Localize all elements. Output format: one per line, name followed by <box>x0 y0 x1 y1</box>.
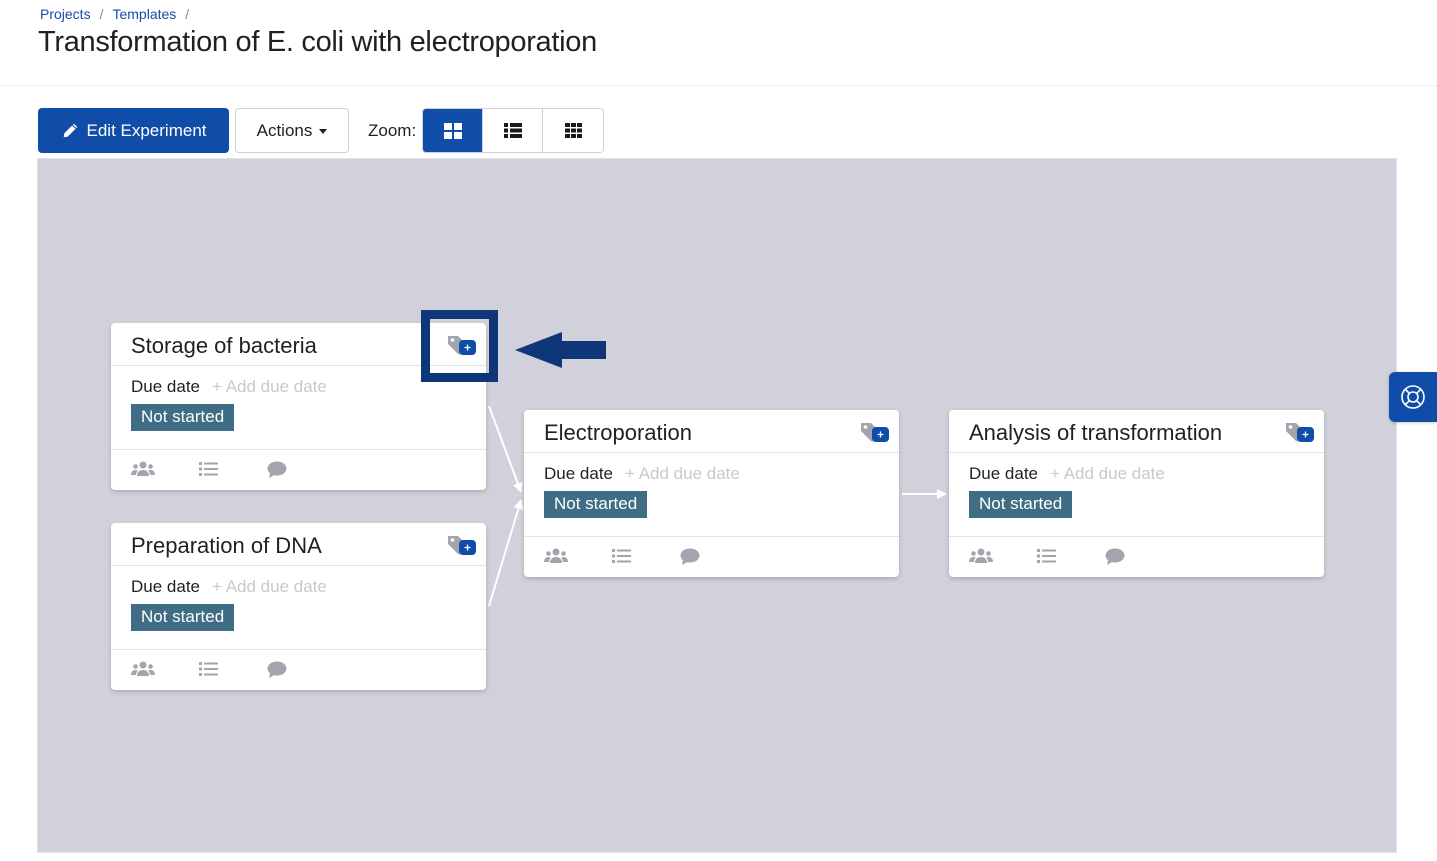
task-title[interactable]: Preparation of DNA <box>131 529 322 559</box>
add-tag-button[interactable] <box>446 533 478 559</box>
tag-plus-icon <box>1286 423 1314 442</box>
task-card-electroporation[interactable]: Electroporation Due date + Add due date … <box>524 410 899 577</box>
list-icon[interactable] <box>1037 547 1061 565</box>
add-tag-button[interactable] <box>1284 420 1316 446</box>
due-date-row: Due date + Add due date <box>969 462 1304 486</box>
due-date-label: Due date <box>969 464 1038 483</box>
list-icon[interactable] <box>199 660 223 678</box>
th-icon <box>564 123 582 138</box>
tag-plus-icon <box>448 536 476 555</box>
annotation-highlight-box <box>421 310 498 382</box>
card-header: Preparation of DNA <box>111 523 486 566</box>
zoom-small-cards-button[interactable] <box>543 109 604 152</box>
due-date-row: Due date + Add due date <box>131 575 466 599</box>
add-due-date-link[interactable]: + Add due date <box>1050 464 1165 484</box>
tag-plus-icon <box>861 423 889 442</box>
status-badge[interactable]: Not started <box>969 491 1073 518</box>
users-icon[interactable] <box>544 547 568 565</box>
breadcrumb-templates[interactable]: Templates <box>112 6 176 22</box>
card-footer <box>949 537 1324 575</box>
th-large-icon <box>443 122 462 139</box>
zoom-large-cards-button[interactable] <box>423 109 484 152</box>
pencil-icon <box>63 123 77 137</box>
comment-icon[interactable] <box>267 460 291 478</box>
zoom-button-group <box>422 108 605 153</box>
add-due-date-link[interactable]: + Add due date <box>625 464 740 484</box>
breadcrumb-separator: / <box>185 6 190 22</box>
due-date-label: Due date <box>131 377 200 396</box>
add-tag-button[interactable] <box>859 420 891 446</box>
due-date-row: Due date + Add due date <box>131 375 466 399</box>
breadcrumb-projects[interactable]: Projects <box>40 6 91 22</box>
comment-icon[interactable] <box>1105 547 1129 565</box>
edit-experiment-label: Edit Experiment <box>86 120 207 140</box>
list-icon[interactable] <box>199 460 223 478</box>
th-list-icon <box>503 123 522 138</box>
add-due-date-link[interactable]: + Add due date <box>212 577 327 597</box>
task-title[interactable]: Electroporation <box>544 416 692 446</box>
card-body: Due date + Add due date Not started <box>524 453 899 537</box>
actions-label: Actions <box>256 120 313 140</box>
status-badge[interactable]: Not started <box>544 491 648 518</box>
card-footer <box>111 450 486 488</box>
breadcrumb: Projects / Templates / <box>40 6 198 22</box>
users-icon[interactable] <box>969 547 993 565</box>
card-body: Due date + Add due date Not started <box>949 453 1324 537</box>
task-title[interactable]: Analysis of transformation <box>969 416 1222 446</box>
page-title: Transformation of E. coli with electropo… <box>38 26 597 58</box>
due-date-row: Due date + Add due date <box>544 462 879 486</box>
card-footer <box>111 650 486 688</box>
actions-dropdown[interactable]: Actions <box>235 108 349 153</box>
zoom-list-button[interactable] <box>483 109 544 152</box>
task-card-preparation-of-dna[interactable]: Preparation of DNA Due date + Add due da… <box>111 523 486 690</box>
comment-icon[interactable] <box>680 547 704 565</box>
breadcrumb-separator: / <box>99 6 104 22</box>
card-body: Due date + Add due date Not started <box>111 566 486 650</box>
toolbar: Edit Experiment Actions Zoom: <box>38 108 605 153</box>
comment-icon[interactable] <box>267 660 291 678</box>
add-due-date-link[interactable]: + Add due date <box>212 377 327 397</box>
card-header: Analysis of transformation <box>949 410 1324 453</box>
life-ring-icon <box>1401 385 1425 409</box>
users-icon[interactable] <box>131 660 155 678</box>
status-badge[interactable]: Not started <box>131 604 235 631</box>
status-badge[interactable]: Not started <box>131 404 235 431</box>
list-icon[interactable] <box>612 547 636 565</box>
edit-experiment-button[interactable]: Edit Experiment <box>38 108 229 153</box>
header-divider <box>0 85 1437 86</box>
task-title[interactable]: Storage of bacteria <box>131 329 317 359</box>
card-header: Electroporation <box>524 410 899 453</box>
due-date-label: Due date <box>544 464 613 483</box>
help-button[interactable] <box>1389 372 1437 422</box>
caret-down-icon <box>319 129 328 134</box>
card-footer <box>524 537 899 575</box>
zoom-label: Zoom: <box>368 120 417 140</box>
annotation-arrow-left-icon <box>515 332 606 368</box>
due-date-label: Due date <box>131 577 200 596</box>
users-icon[interactable] <box>131 460 155 478</box>
task-card-analysis-of-transformation[interactable]: Analysis of transformation Due date + Ad… <box>949 410 1324 577</box>
